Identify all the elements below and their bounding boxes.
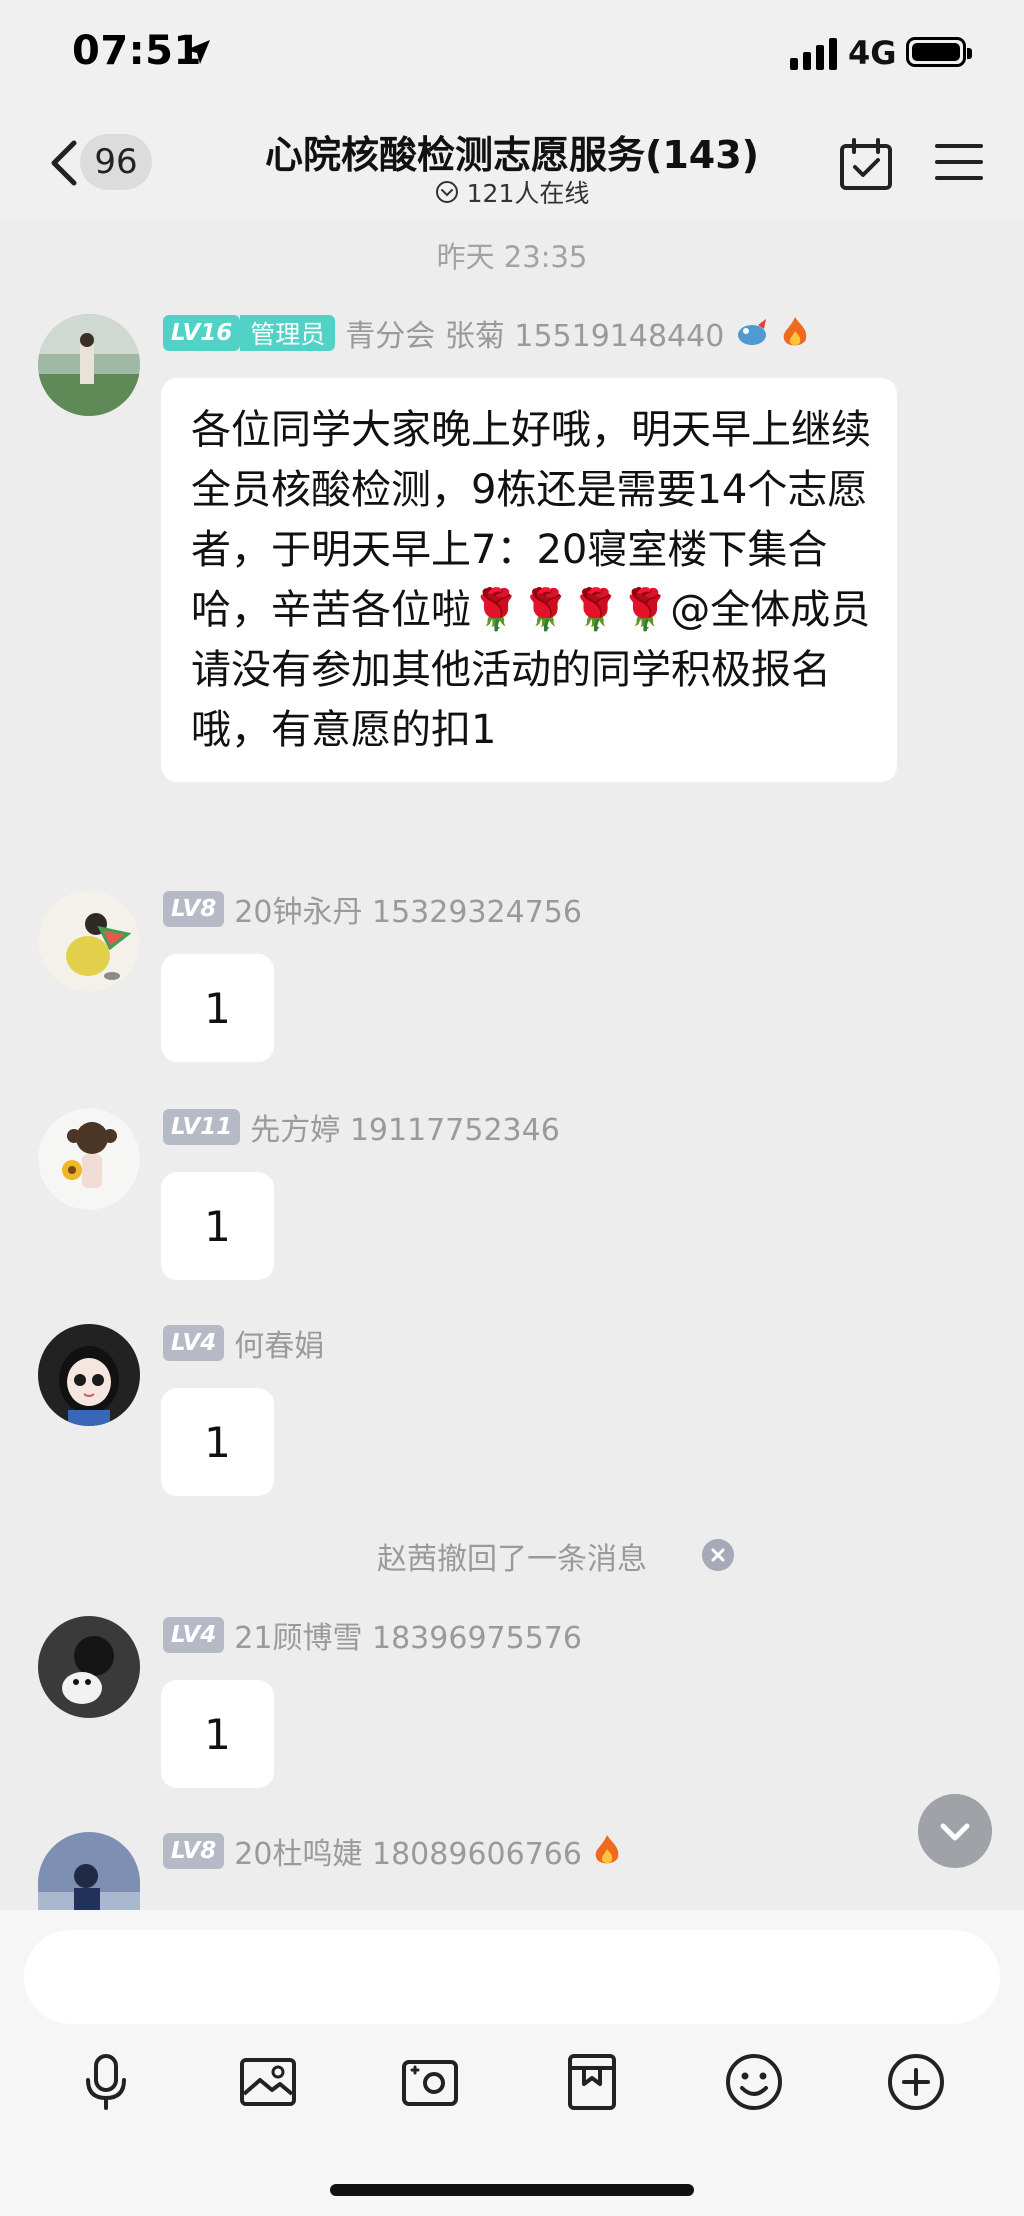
level-badge: LV8 bbox=[163, 891, 225, 927]
fire-icon bbox=[595, 1835, 619, 1864]
sender-name[interactable]: 20钟永丹 15329324756 bbox=[234, 887, 582, 931]
online-status[interactable]: 121人在线 bbox=[200, 174, 824, 210]
battery-icon bbox=[906, 37, 972, 67]
message-header: LV8 20杜鸣婕 18089606766 bbox=[163, 1829, 622, 1873]
fire-icon bbox=[784, 317, 807, 346]
sender-name[interactable]: 青分会 张菊 15519148440 bbox=[345, 311, 724, 355]
close-icon[interactable] bbox=[702, 1539, 734, 1571]
camera-icon[interactable] bbox=[396, 2048, 464, 2116]
sender-name[interactable]: 20杜鸣婕 18089606766 bbox=[234, 1829, 582, 1873]
sender-name[interactable]: 21顾博雪 18396975576 bbox=[234, 1613, 582, 1657]
message-header: LV4 何春娟 bbox=[163, 1321, 324, 1365]
avatar[interactable] bbox=[38, 890, 140, 992]
group-title[interactable]: 心院核酸检测志愿服务(143) bbox=[200, 124, 824, 179]
menu-icon[interactable] bbox=[934, 140, 984, 184]
location-arrow-icon bbox=[186, 40, 210, 64]
network-type: 4G bbox=[848, 34, 897, 72]
message-bubble[interactable]: 1 bbox=[161, 1172, 274, 1280]
recall-notice: 赵茜撤回了一条消息 bbox=[377, 1542, 647, 1577]
online-count-text: 121人在线 bbox=[466, 179, 590, 208]
level-badge: LV11 bbox=[163, 1109, 241, 1145]
avatar[interactable] bbox=[38, 1616, 140, 1718]
level-badge: LV16 bbox=[163, 315, 241, 351]
level-badge: LV4 bbox=[163, 1325, 225, 1361]
message-header: LV16 管理员 青分会 张菊 15519148440 bbox=[163, 311, 810, 355]
nav-bar: 96 心院核酸检测志愿服务(143) 121人在线 bbox=[0, 110, 1024, 218]
image-icon[interactable] bbox=[234, 2048, 302, 2116]
message-bubble[interactable]: 1 bbox=[161, 1680, 274, 1788]
message-input[interactable] bbox=[24, 1930, 1000, 2024]
chat-timestamp: 昨天 23:35 bbox=[436, 240, 588, 274]
avatar[interactable] bbox=[38, 1832, 140, 1910]
message-header: LV11 先方婷 19117752346 bbox=[163, 1105, 560, 1149]
status-time: 07:51 bbox=[72, 28, 202, 74]
mic-icon[interactable] bbox=[72, 2048, 140, 2116]
avatar[interactable] bbox=[38, 1324, 140, 1426]
message-bubble[interactable]: 各位同学大家晚上好哦，明天早上继续全员核酸检测，9栋还是需要14个志愿者，于明天… bbox=[161, 378, 897, 782]
input-area bbox=[0, 1910, 1024, 2216]
back-chevron-icon[interactable] bbox=[44, 138, 84, 188]
signal-icon bbox=[790, 38, 837, 70]
sender-name[interactable]: 先方婷 19117752346 bbox=[250, 1105, 560, 1149]
status-bar: 07:51 4G bbox=[0, 0, 1024, 110]
back-unread-count[interactable]: 96 bbox=[80, 134, 152, 190]
avatar[interactable] bbox=[38, 314, 140, 416]
plus-icon[interactable] bbox=[882, 2048, 950, 2116]
message-header: LV4 21顾博雪 18396975576 bbox=[163, 1613, 582, 1657]
file-icon[interactable] bbox=[558, 2048, 626, 2116]
chevron-circle-icon bbox=[435, 181, 458, 203]
level-badge: LV8 bbox=[163, 1833, 225, 1869]
dragon-icon bbox=[738, 319, 767, 345]
calendar-check-icon[interactable] bbox=[838, 136, 894, 192]
avatar[interactable] bbox=[38, 1108, 140, 1210]
admin-badge: 管理员 bbox=[240, 315, 336, 351]
emoji-icon[interactable] bbox=[720, 2048, 788, 2116]
message-header: LV8 20钟永丹 15329324756 bbox=[163, 887, 582, 931]
message-bubble[interactable]: 1 bbox=[161, 954, 274, 1062]
level-badge: LV4 bbox=[163, 1617, 225, 1653]
sender-name[interactable]: 何春娟 bbox=[234, 1321, 324, 1365]
message-bubble[interactable]: 1 bbox=[161, 1388, 274, 1496]
scroll-down-icon[interactable] bbox=[918, 1794, 992, 1868]
home-indicator[interactable] bbox=[330, 2184, 694, 2196]
